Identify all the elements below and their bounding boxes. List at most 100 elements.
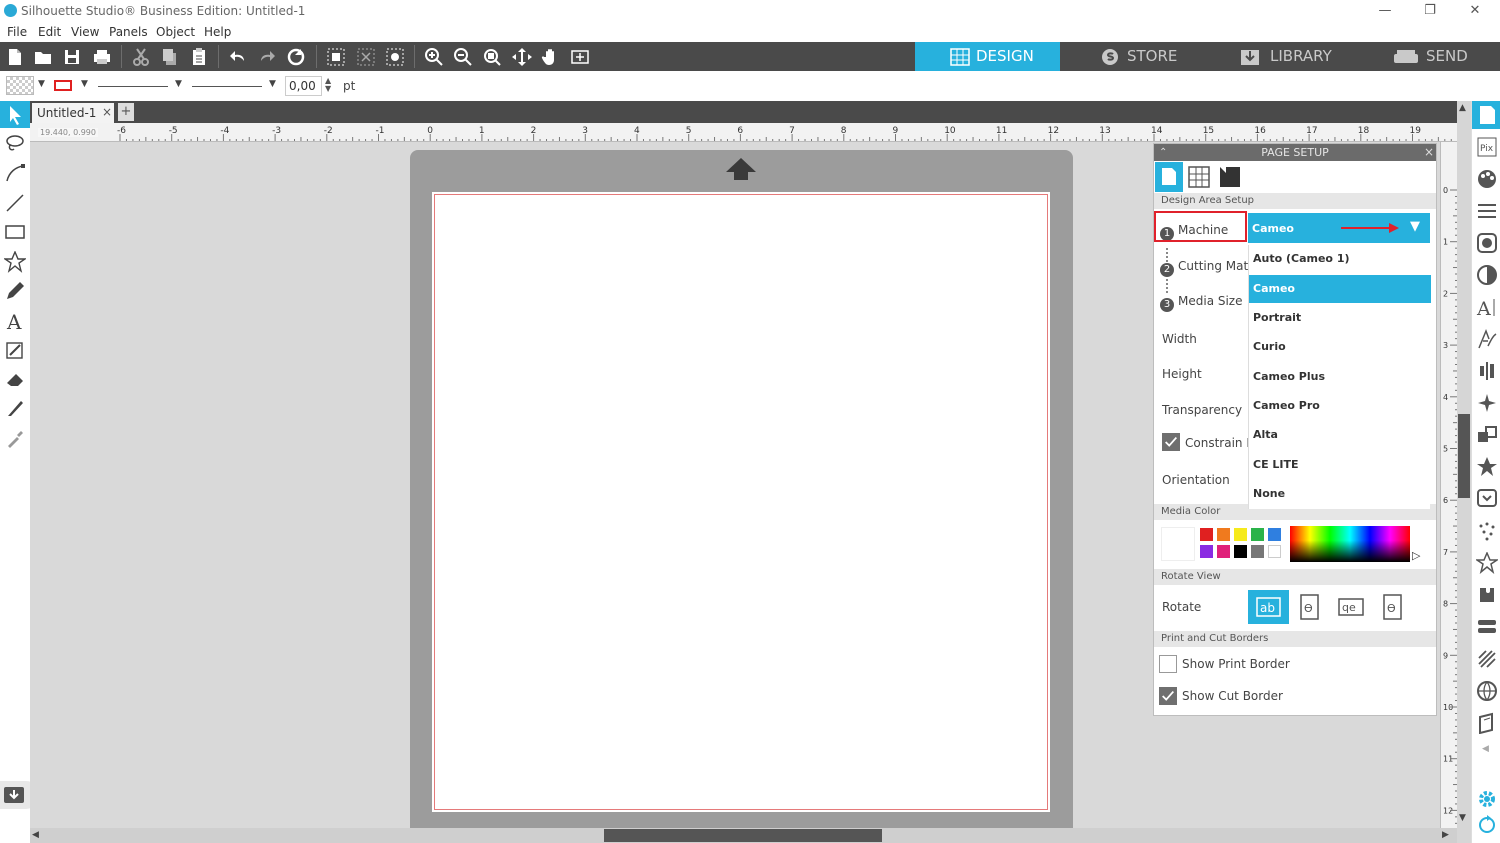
trace-icon[interactable] xyxy=(1476,520,1498,542)
line-join-preview[interactable] xyxy=(192,86,262,87)
menu-edit[interactable]: Edit xyxy=(38,25,61,39)
color-swatch-orange[interactable] xyxy=(1217,528,1230,541)
star-tool-icon[interactable] xyxy=(2,250,28,273)
eyedropper-tool-icon[interactable] xyxy=(4,427,26,449)
rotate-0-button[interactable]: ab xyxy=(1248,590,1289,624)
tab-store[interactable]: STORE xyxy=(1060,42,1200,71)
machine-option[interactable]: Portrait xyxy=(1249,304,1431,332)
scroll-down-icon[interactable]: ▼ xyxy=(1459,813,1466,823)
sync-icon[interactable] xyxy=(1476,813,1498,835)
tab-registration-marks[interactable] xyxy=(1187,165,1211,189)
machine-option[interactable]: Cameo Plus xyxy=(1249,363,1431,391)
pixscan-icon[interactable]: Pix xyxy=(1476,136,1498,158)
save-icon[interactable] xyxy=(62,47,82,67)
machine-select[interactable]: Cameo ▼ xyxy=(1248,213,1430,243)
layers-icon[interactable] xyxy=(1476,616,1498,638)
deselect-icon[interactable] xyxy=(356,47,376,67)
close-tab-icon[interactable]: × xyxy=(102,105,112,119)
scroll-up-icon[interactable]: ▲ xyxy=(1459,103,1466,113)
fill-pattern-icon[interactable] xyxy=(1476,232,1498,254)
color-swatch-blue[interactable] xyxy=(1268,528,1281,541)
rotate-90-button[interactable]: Ѳ xyxy=(1298,590,1322,624)
color-swatch-white[interactable] xyxy=(1268,545,1281,558)
color-spectrum-picker[interactable] xyxy=(1290,526,1410,562)
select-all-icon[interactable] xyxy=(326,47,346,67)
rotate-270-button[interactable]: Ѳ xyxy=(1381,590,1405,624)
group-select-icon[interactable] xyxy=(385,47,405,67)
line-style-icon[interactable] xyxy=(1476,200,1498,222)
paste-icon[interactable] xyxy=(189,47,209,67)
constrain-checkbox[interactable] xyxy=(1162,433,1180,451)
text-to-path-icon[interactable] xyxy=(1476,328,1498,350)
text-style-icon[interactable]: A xyxy=(1476,296,1498,320)
rotate-180-button[interactable]: qe xyxy=(1336,590,1366,624)
lasso-icon[interactable] xyxy=(4,133,26,155)
menu-panels[interactable]: Panels xyxy=(109,25,148,39)
copy-icon[interactable] xyxy=(160,47,180,67)
pan-arrows-icon[interactable] xyxy=(512,47,532,67)
menu-file[interactable]: File xyxy=(7,25,27,39)
close-panel-icon[interactable]: × xyxy=(1424,144,1434,161)
line-join-dropdown-icon[interactable]: ▼ xyxy=(269,79,276,89)
line-width-stepper[interactable]: ▲ ▼ xyxy=(325,77,331,93)
scroll-left-icon[interactable]: ◀ xyxy=(32,830,39,840)
settings-gear-icon[interactable] xyxy=(1476,788,1498,810)
tab-library[interactable]: LIBRARY xyxy=(1200,42,1350,71)
machine-option[interactable]: CE LITE xyxy=(1249,451,1431,479)
color-swatch-purple[interactable] xyxy=(1200,545,1213,558)
undo-icon[interactable] xyxy=(228,47,248,67)
nesting-puzzle-icon[interactable] xyxy=(1476,584,1498,606)
add-page-icon[interactable] xyxy=(570,47,590,67)
design-store-globe-icon[interactable] xyxy=(1476,680,1498,702)
machine-option-selected[interactable]: Cameo xyxy=(1249,275,1431,303)
color-swatch-green[interactable] xyxy=(1251,528,1264,541)
line-color-swatch[interactable] xyxy=(54,80,72,91)
menu-view[interactable]: View xyxy=(71,25,99,39)
spectrum-slider-handle-icon[interactable]: ▷ xyxy=(1412,549,1420,562)
color-swatch-black[interactable] xyxy=(1234,545,1247,558)
favorite-star-icon[interactable] xyxy=(1476,456,1498,478)
page-setup-icon[interactable] xyxy=(1476,104,1498,126)
zoom-out-icon[interactable] xyxy=(453,47,473,67)
transform-icon[interactable] xyxy=(1476,424,1498,446)
line-color-dropdown-icon[interactable]: ▼ xyxy=(81,79,88,89)
knife-tool-icon[interactable] xyxy=(4,397,26,419)
new-file-icon[interactable] xyxy=(5,47,25,67)
library-book-icon[interactable] xyxy=(1476,712,1498,735)
color-swatch-pink[interactable] xyxy=(1217,545,1230,558)
redo-icon[interactable] xyxy=(257,47,277,67)
menu-help[interactable]: Help xyxy=(204,25,231,39)
sketch-tool-icon[interactable] xyxy=(4,339,26,361)
vertical-scrollbar[interactable]: ▲ ▼ xyxy=(1457,101,1471,843)
fill-pattern-swatch[interactable] xyxy=(6,76,34,95)
replicate-icon[interactable] xyxy=(1476,392,1498,414)
fill-color-palette-icon[interactable] xyxy=(1476,168,1498,190)
minimize-button[interactable]: — xyxy=(1370,2,1400,20)
refresh-icon[interactable] xyxy=(286,47,306,67)
collapse-panel-icon[interactable]: ⌃ xyxy=(1159,144,1167,161)
tab-design-area[interactable] xyxy=(1155,162,1183,192)
horizontal-scroll-thumb[interactable] xyxy=(604,829,882,842)
current-media-color[interactable] xyxy=(1161,527,1195,561)
offset-icon[interactable] xyxy=(1476,488,1498,510)
scroll-right-icon[interactable]: ▶ xyxy=(1442,830,1449,840)
show-cut-border-checkbox[interactable] xyxy=(1159,687,1177,705)
maximize-button[interactable]: ❐ xyxy=(1415,2,1445,20)
rectangle-tool-icon[interactable] xyxy=(4,221,26,243)
document-tab[interactable]: Untitled-1 × xyxy=(32,103,114,123)
machine-option[interactable]: Alta xyxy=(1249,421,1431,449)
machine-option[interactable]: None xyxy=(1249,480,1431,508)
close-window-button[interactable]: ✕ xyxy=(1460,2,1490,20)
machine-option[interactable]: Curio xyxy=(1249,333,1431,361)
zoom-fit-icon[interactable] xyxy=(482,47,502,67)
print-icon[interactable] xyxy=(92,47,112,67)
open-folder-icon[interactable] xyxy=(33,47,53,67)
color-swatch-gray[interactable] xyxy=(1251,545,1264,558)
color-swatch-yellow[interactable] xyxy=(1234,528,1247,541)
gradient-icon[interactable] xyxy=(1476,264,1498,286)
point-edit-icon[interactable] xyxy=(4,162,26,184)
align-icon[interactable] xyxy=(1476,360,1498,382)
text-tool-icon[interactable]: A xyxy=(4,310,26,334)
zoom-in-icon[interactable] xyxy=(424,47,444,67)
fill-dropdown-arrow-icon[interactable]: ▼ xyxy=(38,79,45,89)
